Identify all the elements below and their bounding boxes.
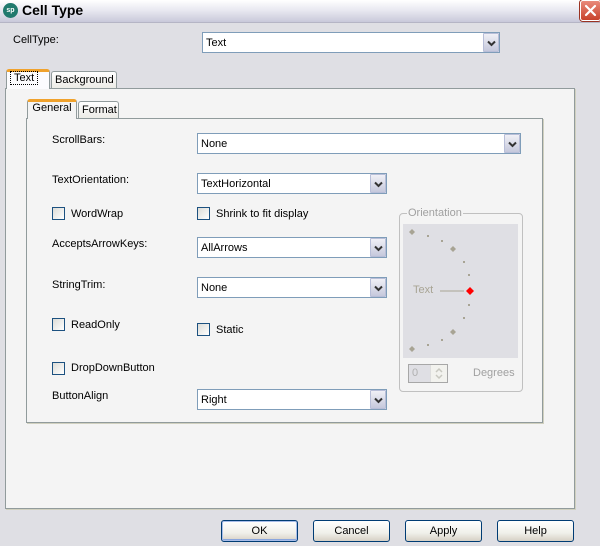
apply-button[interactable]: Apply xyxy=(405,520,482,542)
close-button[interactable] xyxy=(580,0,600,21)
dropdown-button-checkbox[interactable] xyxy=(52,362,65,375)
orientation-dot[interactable] xyxy=(427,235,429,237)
read-only-checkbox[interactable] xyxy=(52,318,65,331)
tab-format[interactable]: Format xyxy=(78,101,119,118)
chevron-down-icon xyxy=(374,245,383,252)
chevron-down-icon xyxy=(374,181,383,188)
tab-background-label: Background xyxy=(55,74,114,86)
help-button[interactable]: Help xyxy=(497,520,574,542)
tab-general-label: General xyxy=(32,102,72,114)
cancel-button[interactable]: Cancel xyxy=(313,520,390,542)
orientation-dot[interactable] xyxy=(463,261,465,263)
chevron-down-icon xyxy=(508,141,517,148)
close-icon xyxy=(584,4,597,17)
spin-up-down-icon xyxy=(435,367,443,380)
celltype-select[interactable]: Text xyxy=(202,32,500,53)
tab-background[interactable]: Background xyxy=(51,71,117,88)
orientation-dot[interactable] xyxy=(441,339,443,341)
button-align-dropdown-button[interactable] xyxy=(370,390,386,409)
orientation-dot[interactable] xyxy=(468,274,470,276)
orientation-dot[interactable] xyxy=(427,344,429,346)
text-orientation-value: TextHorizontal xyxy=(201,178,271,190)
degrees-spinner[interactable]: 0 xyxy=(408,364,448,383)
button-align-label: ButtonAlign xyxy=(52,390,109,402)
app-icon: sp xyxy=(3,3,18,18)
celltype-value: Text xyxy=(206,37,227,49)
scrollbars-dropdown-button[interactable] xyxy=(504,134,520,153)
chevron-down-icon xyxy=(487,40,496,47)
wordwrap-label: WordWrap xyxy=(71,208,124,220)
tab-text[interactable]: Text xyxy=(6,69,50,89)
string-trim-dropdown-button[interactable] xyxy=(370,278,386,297)
string-trim-value: None xyxy=(201,282,228,294)
button-align-select[interactable]: Right xyxy=(197,389,387,410)
tab-format-label: Format xyxy=(82,104,117,116)
string-trim-label: StringTrim: xyxy=(52,279,106,291)
orientation-marker-minus-90[interactable] xyxy=(409,346,415,352)
static-checkbox[interactable] xyxy=(197,323,210,336)
orientation-dot[interactable] xyxy=(463,317,465,319)
tab-text-label: Text xyxy=(10,71,39,85)
button-align-value: Right xyxy=(201,394,227,406)
degrees-label: Degrees xyxy=(473,367,515,379)
scrollbars-value: None xyxy=(201,138,228,150)
title-bar: sp Cell Type xyxy=(0,0,600,23)
accepts-arrow-keys-label: AcceptsArrowKeys: xyxy=(52,238,148,250)
scrollbars-label: ScrollBars: xyxy=(52,134,106,146)
string-trim-select[interactable]: None xyxy=(197,277,387,298)
orientation-dot[interactable] xyxy=(441,240,443,242)
dropdown-button-label: DropDownButton xyxy=(71,362,155,374)
accepts-arrow-keys-value: AllArrows xyxy=(201,242,248,254)
read-only-label: ReadOnly xyxy=(71,319,120,331)
orientation-marker-90[interactable] xyxy=(409,229,415,235)
celltype-dropdown-button[interactable] xyxy=(483,33,499,52)
orientation-marker-45[interactable] xyxy=(450,246,456,252)
wordwrap-checkbox[interactable] xyxy=(52,207,65,220)
orientation-dial[interactable]: Text xyxy=(403,224,518,358)
celltype-label: CellType: xyxy=(13,34,59,46)
orientation-marker-selected[interactable] xyxy=(466,287,474,295)
text-orientation-dropdown-button[interactable] xyxy=(370,174,386,193)
ok-button[interactable]: OK xyxy=(221,520,298,542)
orientation-dot[interactable] xyxy=(468,304,470,306)
orientation-legend: Orientation xyxy=(407,207,463,219)
text-orientation-select[interactable]: TextHorizontal xyxy=(197,173,387,194)
tab-general[interactable]: General xyxy=(27,99,77,119)
accepts-arrow-keys-select[interactable]: AllArrows xyxy=(197,237,387,258)
window-title: Cell Type xyxy=(22,2,84,18)
text-orientation-label: TextOrientation: xyxy=(52,174,130,186)
shrink-to-fit-label: Shrink to fit display xyxy=(216,208,309,220)
orientation-marker-minus-45[interactable] xyxy=(450,329,456,335)
static-label: Static xyxy=(216,324,244,336)
chevron-down-icon xyxy=(374,285,383,292)
shrink-to-fit-checkbox[interactable] xyxy=(197,207,210,220)
degrees-spin-buttons[interactable] xyxy=(430,365,447,382)
scrollbars-select[interactable]: None xyxy=(197,133,521,154)
chevron-down-icon xyxy=(374,397,383,404)
degrees-value: 0 xyxy=(412,367,419,379)
accepts-arrow-keys-dropdown-button[interactable] xyxy=(370,238,386,257)
orientation-sample-text: Text xyxy=(413,284,434,296)
